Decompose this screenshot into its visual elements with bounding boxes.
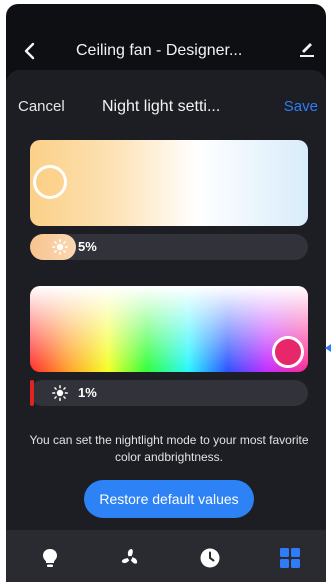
chevron-left-icon	[24, 42, 35, 60]
clock-icon	[200, 548, 220, 568]
fan-icon	[121, 549, 138, 564]
app-screen: Ceiling fan - Designer... Cancel Night l…	[6, 4, 326, 582]
scroll-indicator-arrow-icon	[325, 344, 331, 352]
bottom-navigation	[6, 530, 326, 582]
nav-item-fan[interactable]	[118, 546, 142, 570]
color-brightness-fill	[30, 380, 34, 406]
color-brightness-slider[interactable]: 1%	[30, 380, 308, 406]
cancel-button[interactable]: Cancel	[18, 98, 65, 115]
nav-item-light[interactable]	[38, 546, 62, 570]
sheet-title: Night light setti...	[102, 98, 221, 115]
nightlight-info-text: You can set the nightlight mode to your …	[29, 433, 309, 464]
color-picker-handle[interactable]	[272, 336, 304, 368]
color-picker[interactable]	[30, 286, 308, 372]
light-bulb-icon	[43, 549, 57, 567]
white-brightness-slider[interactable]: 5%	[30, 234, 308, 260]
sun-icon	[52, 239, 68, 255]
top-app-bar: Ceiling fan - Designer...	[6, 4, 326, 66]
edit-button[interactable]	[298, 40, 318, 62]
temperature-picker-handle[interactable]	[33, 165, 67, 199]
nav-item-more[interactable]	[278, 546, 302, 570]
edit-pencil-icon	[300, 43, 314, 57]
device-title: Ceiling fan - Designer...	[76, 42, 243, 59]
grid-apps-icon	[280, 548, 300, 568]
white-brightness-value: 5%	[78, 239, 97, 254]
sun-icon	[52, 385, 68, 401]
white-temperature-picker[interactable]	[30, 140, 308, 226]
save-button[interactable]: Save	[284, 98, 318, 115]
restore-default-button[interactable]: Restore default values	[84, 480, 254, 518]
back-button[interactable]	[20, 40, 38, 62]
sheet-header: Cancel Night light setti... Save	[6, 98, 326, 120]
night-light-settings-sheet: Cancel Night light setti... Save 5% 1% Y…	[6, 70, 326, 530]
color-brightness-value: 1%	[78, 385, 97, 400]
nav-item-schedule[interactable]	[198, 546, 222, 570]
